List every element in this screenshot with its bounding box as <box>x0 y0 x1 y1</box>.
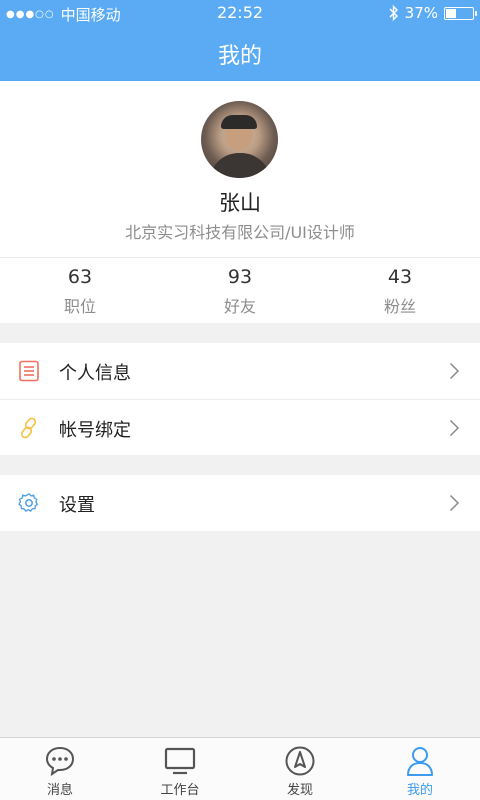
stat-label: 职位 <box>63 297 96 316</box>
page-title: 我的 <box>217 44 262 69</box>
tab-label: 发现 <box>286 783 313 798</box>
stat-value: 63 <box>67 266 93 288</box>
battery-icon <box>444 6 477 20</box>
menu-item-settings[interactable]: 设置 <box>0 475 480 531</box>
divider <box>0 257 480 258</box>
stat-value: 43 <box>387 266 413 288</box>
tab-label: 消息 <box>46 783 73 798</box>
stat-label: 粉丝 <box>383 297 416 316</box>
profile-document-icon <box>19 360 39 382</box>
gear-icon <box>18 493 39 512</box>
link-icon <box>20 417 37 439</box>
tab-messages[interactable]: 消息 <box>0 738 120 800</box>
header: ●●●○○ 中国移动 22:52 37% 我的 <box>0 0 480 81</box>
profile-card: 张山 北京实习科技有限公司/UI设计师 63 职位 93 好友 43 粉丝 <box>0 81 480 323</box>
tab-workbench[interactable]: 工作台 <box>120 738 240 800</box>
user-name: 张山 <box>219 191 261 215</box>
stat-followers[interactable]: 43 粉丝 <box>320 265 480 317</box>
company-title: 北京实习科技有限公司/UI设计师 <box>125 223 355 242</box>
menu-item-account-binding[interactable]: 帐号绑定 <box>0 399 480 455</box>
tab-label: 工作台 <box>160 783 200 798</box>
monitor-icon <box>164 747 196 775</box>
menu-group-account: 个人信息 帐号绑定 <box>0 343 480 455</box>
compass-icon <box>285 746 315 776</box>
stat-label: 好友 <box>223 297 256 316</box>
avatar[interactable] <box>201 101 278 178</box>
chat-bubble-icon <box>45 746 75 777</box>
stat-positions[interactable]: 63 职位 <box>0 265 160 317</box>
user-icon <box>407 747 433 776</box>
tab-bar: 消息 工作台 发现 我的 <box>0 737 480 800</box>
stat-friends[interactable]: 93 好友 <box>160 265 320 317</box>
tab-discover[interactable]: 发现 <box>240 738 360 800</box>
status-bar: ●●●○○ 中国移动 22:52 37% <box>0 0 480 26</box>
stat-value: 93 <box>227 266 253 288</box>
menu-item-label: 个人信息 <box>59 363 131 384</box>
chevron-right-icon <box>449 494 460 512</box>
chevron-right-icon <box>449 419 460 437</box>
tab-label: 我的 <box>406 783 433 798</box>
menu-item-label: 帐号绑定 <box>59 420 131 441</box>
chevron-right-icon <box>449 362 460 380</box>
menu-item-personal-info[interactable]: 个人信息 <box>0 343 480 399</box>
battery-percent: 37% <box>404 4 438 22</box>
menu-group-settings: 设置 <box>0 475 480 531</box>
tab-mine[interactable]: 我的 <box>360 738 480 800</box>
battery-level <box>446 8 457 18</box>
bluetooth-icon <box>389 5 398 21</box>
menu-item-label: 设置 <box>59 495 95 516</box>
